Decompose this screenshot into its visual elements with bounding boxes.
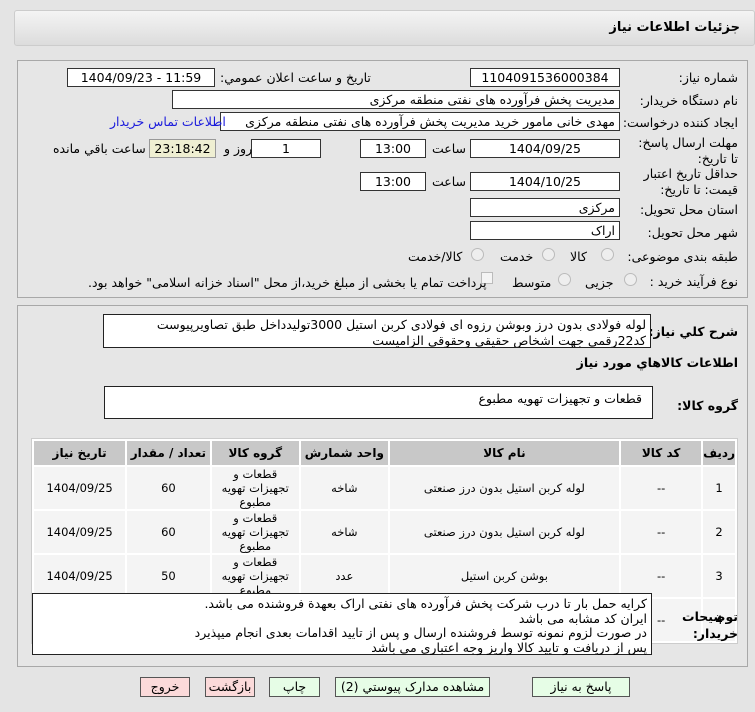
deadline-time-field[interactable]: 13:00 <box>360 139 426 158</box>
city-label: شهر محل تحویل: <box>647 225 738 240</box>
table-cell: 60 <box>127 511 210 553</box>
category-radio-service[interactable] <box>542 248 555 261</box>
validity-date-field[interactable]: 1404/10/25 <box>470 172 620 191</box>
note-line: پس از دریافت و تایید کالا واریز وجه اعتب… <box>371 639 647 655</box>
deadline-date-field[interactable]: 1404/09/25 <box>470 139 620 158</box>
need-number-label: شماره نیاز: <box>678 70 738 85</box>
days-label: روز و <box>224 141 253 156</box>
buyer-label: نام دستگاه خریدار: <box>639 93 738 108</box>
table-cell: 3 <box>703 555 735 597</box>
category-option-label: کالا/خدمت <box>408 249 463 264</box>
buyer-notes-textarea[interactable]: کرایه حمل بار تا درب شرکت پخش فرآورده ها… <box>32 593 652 655</box>
need-number-field[interactable]: 1104091536000384 <box>470 68 620 87</box>
view-attachments-button[interactable]: مشاهده مدارک پیوستي (2) <box>335 677 490 697</box>
table-cell: -- <box>621 555 702 597</box>
process-radio-minor[interactable] <box>624 273 637 286</box>
table-header-row: ردیف کد کالا نام کالا واحد شمارش گروه کالا تع… <box>34 441 735 465</box>
deadline-time-label: ساعت <box>432 141 467 156</box>
table-cell: قطعات و تجهیزات تهویه مطبوع <box>211 467 299 509</box>
table-cell: 50 <box>127 555 210 597</box>
category-radio-goods[interactable] <box>601 248 614 261</box>
validity-label: حداقل تاریخ اعتبار قیمت: تا تاریخ: <box>643 166 738 197</box>
deadline-label: مهلت ارسال پاسخ: تا تاریخ: <box>638 135 738 166</box>
print-button[interactable]: چاپ <box>269 677 320 697</box>
buyer-field[interactable]: مدیریت پخش فرآورده های نفتی منطقه مرکزی <box>172 90 620 109</box>
table-cell: 1404/09/25 <box>34 511 126 553</box>
goods-group-label: گروه کالا: <box>677 398 738 413</box>
table-cell: لوله کربن استیل بدون درز صنعتی <box>389 467 620 509</box>
creator-label: ایجاد کننده درخواست: <box>622 115 738 130</box>
table-cell: 1404/09/25 <box>34 555 126 597</box>
category-label: طبقه بندی موضوعی: <box>627 249 738 264</box>
table-cell: عدد <box>300 555 388 597</box>
validity-time-field[interactable]: 13:00 <box>360 172 426 191</box>
table-row[interactable]: 1 -- لوله کربن استیل بدون درز صنعتی شاخه قطع… <box>34 467 735 509</box>
table-cell: -- <box>621 511 702 553</box>
note-line: در صورت لزوم نمونه توسط فروشنده ارسال و … <box>194 625 647 640</box>
days-field[interactable]: 1 <box>251 139 321 158</box>
table-cell: 60 <box>127 467 210 509</box>
announce-field[interactable]: 1404/09/23 - 11:59 <box>67 68 215 87</box>
description-textarea[interactable]: لوله فولادی بدون درز وبوشن رزوه ای فولاد… <box>103 314 651 348</box>
exit-button[interactable]: خروج <box>140 677 190 697</box>
city-field[interactable]: اراک <box>470 221 620 240</box>
creator-field[interactable]: مهدی خانی مامور خرید مدیریت پخش فرآورده … <box>220 112 620 131</box>
table-cell: 1404/09/25 <box>34 467 126 509</box>
buyer-notes-label: توضیحات خریدار: <box>682 609 738 641</box>
table-cell: لوله کربن استیل بدون درز صنعتی <box>389 511 620 553</box>
table-cell: -- <box>621 467 702 509</box>
column-header[interactable]: کد کالا <box>621 441 702 465</box>
column-header[interactable]: تعداد / مقدار <box>127 441 210 465</box>
process-option-label: جزیی <box>585 275 614 290</box>
table-cell: قطعات و تجهیزات تهویه مطبوع <box>211 555 299 597</box>
remaining-time: 23:18:42 <box>149 139 216 158</box>
back-button[interactable]: بازگشت <box>205 677 255 697</box>
province-field[interactable]: مرکزی <box>470 198 620 217</box>
page-title: جزئیات اطلاعات نیاز <box>609 20 740 35</box>
column-header[interactable]: گروه کالا <box>211 441 299 465</box>
process-radio-medium[interactable] <box>558 273 571 286</box>
contact-buyer-link[interactable]: اطلاعات تماس خریدار <box>110 114 226 129</box>
goods-section-title: اطلاعات كالاهاي مورد نياز <box>576 355 738 370</box>
category-radio-both[interactable] <box>471 248 484 261</box>
table-cell: 1 <box>703 467 735 509</box>
table-cell: قطعات و تجهیزات تهویه مطبوع <box>211 511 299 553</box>
announce-label: تاریخ و ساعت اعلان عمومي: <box>220 70 371 85</box>
table-cell: 2 <box>703 511 735 553</box>
goods-group-textarea[interactable]: قطعات و تجهیزات تهویه مطبوع <box>104 386 653 419</box>
description-label: شرح کلي نياز: <box>648 324 738 339</box>
table-row[interactable]: 3 -- بوشن کربن استیل عدد قطعات و تجهیزات تهو… <box>34 555 735 597</box>
table-row[interactable]: 2 -- لوله کربن استیل بدون درز صنعتی شاخه قطع… <box>34 511 735 553</box>
process-option-label: متوسط <box>512 275 552 290</box>
table-cell: شاخه <box>300 467 388 509</box>
page-header: جزئیات اطلاعات نیاز <box>14 10 755 46</box>
category-option-label: کالا <box>570 249 587 264</box>
column-header[interactable]: نام کالا <box>389 441 620 465</box>
payment-note: پرداخت تمام یا بخشی از مبلغ خرید،از محل … <box>88 275 487 290</box>
column-header[interactable]: ردیف <box>703 441 735 465</box>
table-cell: شاخه <box>300 511 388 553</box>
column-header[interactable]: تاریخ نیاز <box>34 441 126 465</box>
province-label: استان محل تحویل: <box>639 202 738 217</box>
reply-button[interactable]: پاسخ به نیاز <box>532 677 630 697</box>
validity-time-label: ساعت <box>432 174 467 189</box>
note-line: ایران کد مشابه می باشد <box>518 610 647 626</box>
note-line: کرایه حمل بار تا درب شرکت پخش فرآورده ها… <box>204 596 647 611</box>
process-label: نوع فرآیند خرید : <box>649 274 738 289</box>
category-option-label: خدمت <box>500 249 534 264</box>
column-header[interactable]: واحد شمارش <box>300 441 388 465</box>
table-cell: بوشن کربن استیل <box>389 555 620 597</box>
remaining-label: ساعت باقي مانده <box>53 141 146 156</box>
